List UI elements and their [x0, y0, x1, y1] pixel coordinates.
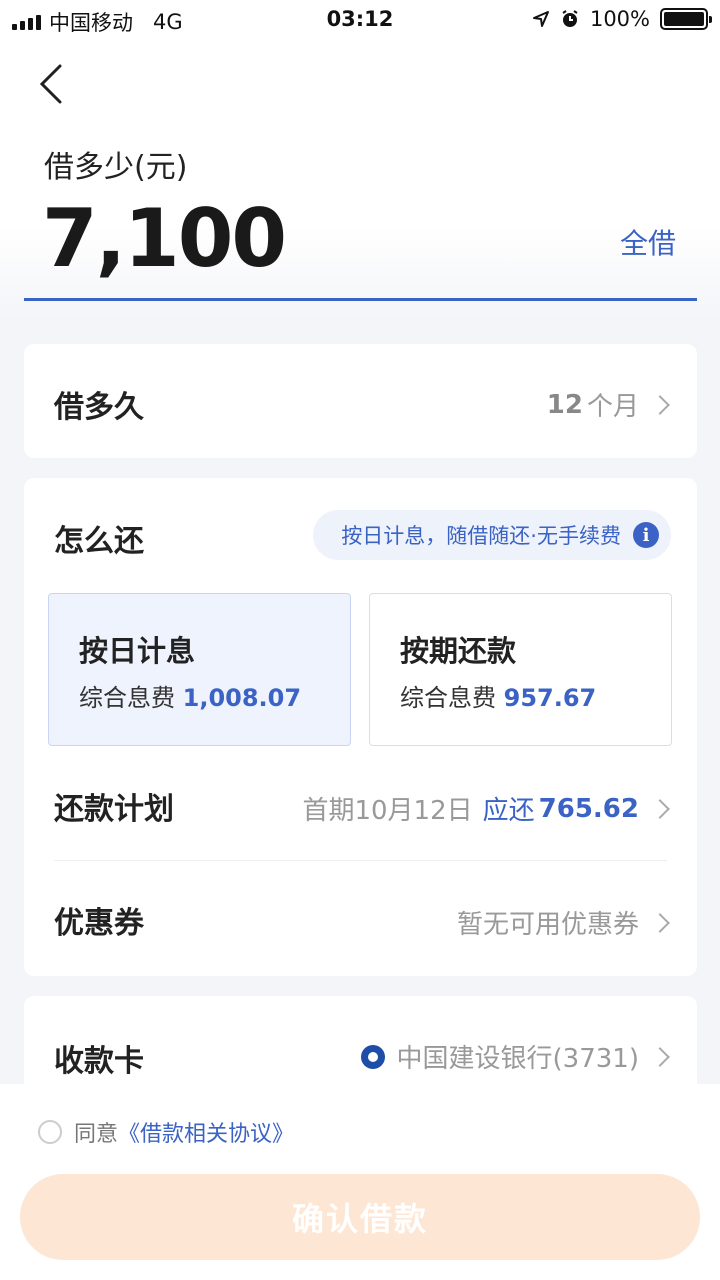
- coupon-text: 暂无可用优惠券: [456, 910, 639, 940]
- repayment-label: 怎么还: [54, 524, 144, 559]
- plan-label: 还款计划: [54, 792, 174, 827]
- coupon-label: 优惠券: [54, 906, 144, 941]
- option-daily-interest[interactable]: 按日计息 综合息费 1,008.07: [48, 593, 351, 746]
- repayment-info-tag[interactable]: 按日计息，随借随还·无手续费 i: [313, 510, 671, 560]
- agree-checkbox[interactable]: [38, 1120, 62, 1144]
- option-title: 按日计息: [79, 634, 196, 668]
- borrow-all-button[interactable]: 全借: [620, 222, 676, 262]
- chevron-right-icon: [650, 1046, 670, 1067]
- battery-percent: 100%: [589, 7, 650, 31]
- repayment-tag-text: 按日计息，随借随还·无手续费: [341, 524, 621, 548]
- duration-value: 12 个月: [546, 386, 670, 423]
- divider: [54, 860, 667, 861]
- info-icon: i: [633, 522, 659, 548]
- bank-card-text: 中国建设银行(3731): [396, 1044, 639, 1074]
- option-fee: 综合息费 957.67: [400, 678, 596, 713]
- repayment-card: 怎么还 按日计息，随借随还·无手续费 i 按日计息 综合息费 1,008.07 …: [24, 478, 697, 976]
- plan-first-date: 首期10月12日: [302, 796, 473, 826]
- amount-underline: [24, 298, 697, 301]
- amount-input[interactable]: 7,100: [42, 192, 287, 285]
- status-bar: 中国移动 4G 03:12 100%: [0, 0, 720, 40]
- bank-logo-icon: [360, 1044, 385, 1069]
- bank-label: 收款卡: [54, 1044, 144, 1079]
- amount-label: 借多少(元): [44, 150, 188, 185]
- back-button[interactable]: [34, 62, 74, 106]
- bank-value: 中国建设银行(3731): [360, 1038, 670, 1075]
- bottom-bar: 同意 《借款相关协议》 确认借款: [0, 1084, 720, 1280]
- option-fee: 综合息费 1,008.07: [79, 678, 301, 713]
- fee-label: 综合息费: [400, 684, 496, 712]
- alarm-icon: [562, 10, 578, 27]
- chevron-right-icon: [650, 912, 670, 933]
- confirm-loan-button[interactable]: 确认借款: [20, 1174, 700, 1260]
- coupon-value: 暂无可用优惠券: [456, 904, 670, 941]
- duration-number: 12: [546, 389, 583, 420]
- duration-unit: 个月: [586, 392, 639, 422]
- chevron-right-icon: [650, 394, 670, 415]
- fee-value: 957.67: [503, 684, 597, 712]
- location-icon: [532, 11, 549, 27]
- agreement-link[interactable]: 《借款相关协议》: [118, 1116, 294, 1148]
- chevron-right-icon: [650, 798, 670, 819]
- option-installment[interactable]: 按期还款 综合息费 957.67: [369, 593, 672, 746]
- fee-value: 1,008.07: [182, 684, 302, 712]
- plan-due-amount: 765.62: [538, 793, 639, 824]
- plan-due-label: 应还: [482, 796, 535, 826]
- chevron-left-icon: [39, 64, 62, 104]
- option-title: 按期还款: [400, 634, 517, 668]
- plan-value: 首期10月12日 应还 765.62: [302, 790, 670, 827]
- agreement-row: 同意 《借款相关协议》: [38, 1116, 294, 1148]
- battery-icon: [660, 8, 712, 30]
- agree-prefix: 同意: [74, 1122, 119, 1147]
- duration-row[interactable]: 借多久 12 个月: [24, 344, 697, 458]
- duration-label: 借多久: [54, 390, 144, 425]
- fee-label: 综合息费: [79, 684, 175, 712]
